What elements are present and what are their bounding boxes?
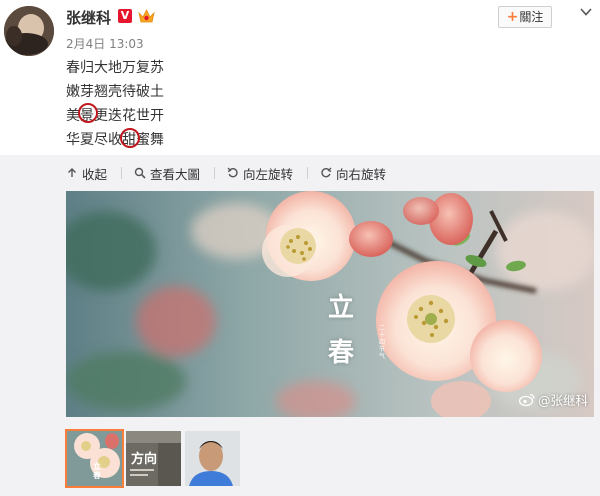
follow-label: 關注 [519,10,544,24]
image-toolbar: 收起 查看大圖 向左旋转 向右旋转 [66,163,400,183]
post-line: 嫩芽翘壳待破土 [66,84,164,100]
image-title-top: 立 [328,293,355,323]
toolbar-divider [307,167,309,179]
crown-member-icon[interactable] [138,8,155,24]
chevron-down-icon[interactable] [578,4,594,20]
weibo-logo-icon [518,393,535,406]
post-line: 春归大地万复苏 [66,60,164,76]
thumbnail-1[interactable]: 立春 [65,429,124,488]
follow-button[interactable]: +關注 [498,6,552,28]
view-large-label: 查看大圖 [150,166,201,182]
view-large-button[interactable]: 查看大圖 [134,164,200,183]
author-name[interactable]: 张继科 [66,7,111,28]
verified-badge[interactable]: V [118,9,132,23]
highlight-circle [78,103,98,123]
magnifier-icon [134,167,146,179]
highlight-circle [120,128,140,148]
post-body: 春归大地万复苏 嫩芽翘壳待破土 美景更迭花世开 华夏尽收甜蜜舞 [66,56,164,152]
image-title-bottom: 春 [328,338,355,368]
vertical-tag: 二十四节气 [378,325,385,360]
thumbnail-3[interactable] [185,431,240,486]
avatar[interactable] [4,6,54,56]
rotate-left-button[interactable]: 向左旋转 [227,164,293,183]
toolbar-divider [214,167,216,179]
post-line: 华夏尽收甜蜜舞 [66,132,164,148]
post-image[interactable]: 立 春 二十四节气 @张继科 [66,191,594,417]
thumbnail-2[interactable]: 方向 [126,431,181,486]
rotate-left-icon [227,167,238,178]
thumbnail-label: 立春 [93,461,101,480]
post-timestamp[interactable]: 2月4日 13:03 [66,35,144,52]
thumbnail-label: 方向 [131,452,158,467]
collapse-label: 收起 [82,166,108,182]
rotate-right-button[interactable]: 向右旋转 [320,164,386,183]
toolbar-divider [121,167,123,179]
collapse-button[interactable]: 收起 [66,164,107,183]
plus-icon: + [506,9,519,25]
watermark-text: @张继科 [537,393,588,408]
rotate-left-label: 向左旋转 [243,166,294,182]
image-watermark: @张继科 [518,390,588,409]
rotate-right-label: 向右旋转 [336,166,387,182]
arrow-up-icon [68,168,76,177]
rotate-right-icon [321,167,332,178]
